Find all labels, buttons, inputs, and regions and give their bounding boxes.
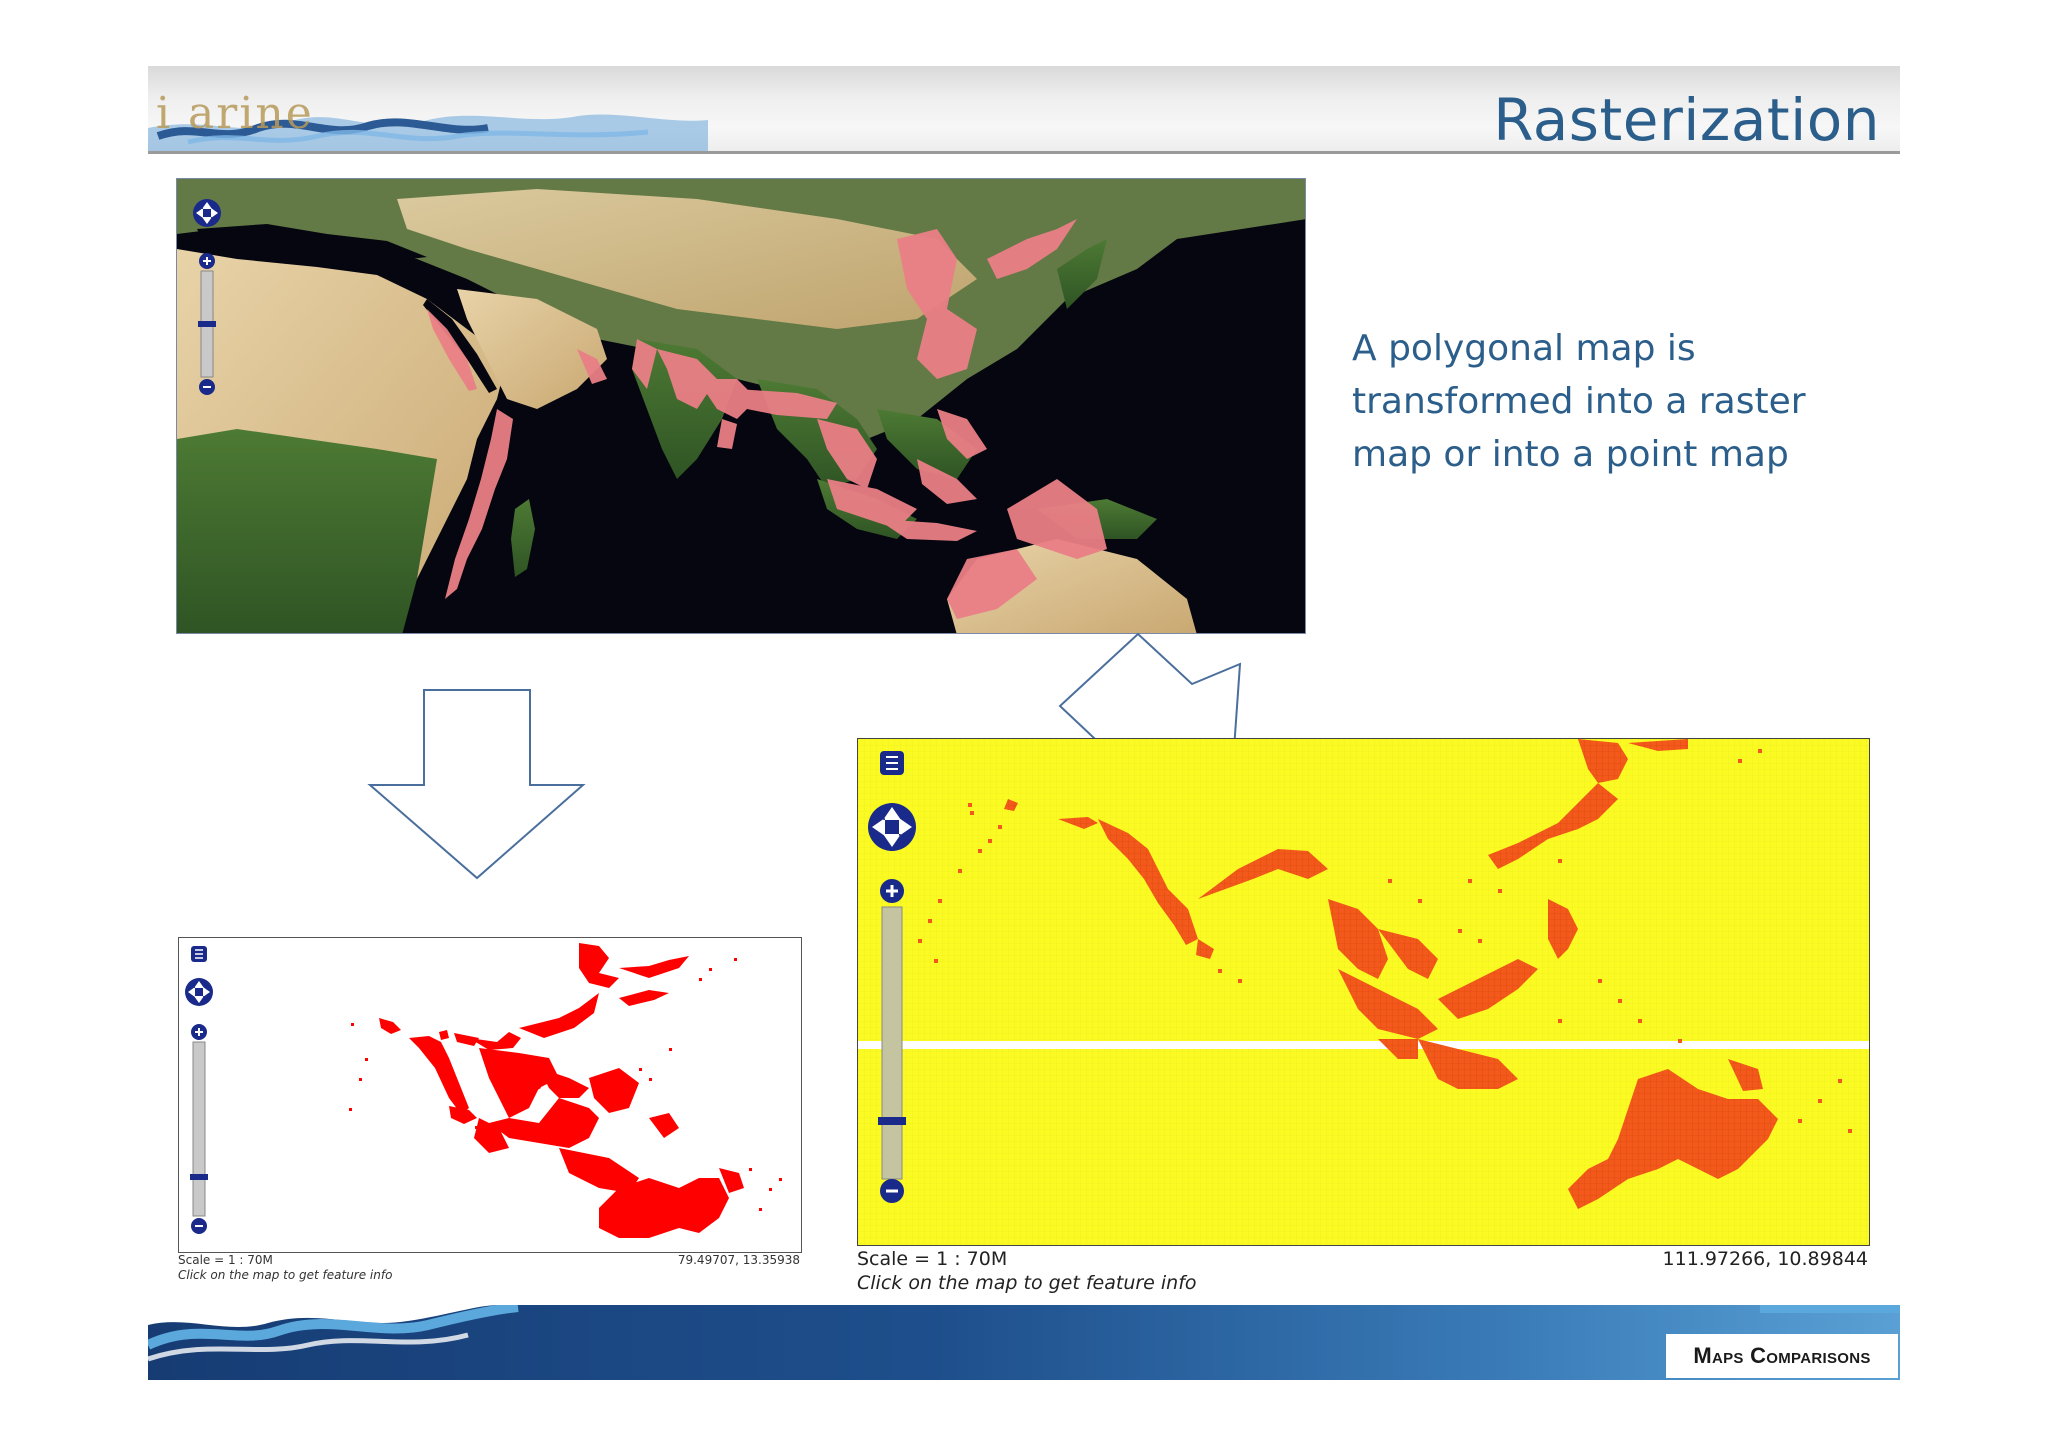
- small-layer-switcher-icon[interactable]: [191, 946, 207, 962]
- arrow-down-icon: [367, 689, 586, 880]
- raster-map-hint: Click on the map to get feature info: [178, 1268, 393, 1282]
- point-map-scale: Scale = 1 : 70M: [857, 1248, 1008, 1270]
- raster-map-coords: 79.49707, 13.35938: [677, 1253, 800, 1267]
- big-zoom-slider[interactable]: [878, 879, 906, 1203]
- big-layer-switcher-icon[interactable]: [880, 751, 904, 775]
- footer-rule: [1760, 1305, 1900, 1313]
- slide-description: A polygonal map is transformed into a ra…: [1352, 328, 1806, 475]
- slide-title: Rasterization: [1493, 86, 1880, 154]
- point-map-canvas: [858, 739, 1869, 1245]
- small-zoom-slider[interactable]: [190, 1024, 208, 1234]
- raster-map-scale: Scale = 1 : 70M: [178, 1253, 273, 1267]
- zoom-slider[interactable]: [198, 253, 216, 395]
- point-map-coords: 111.97266, 10.89844: [1662, 1248, 1868, 1270]
- polygon-map[interactable]: [176, 178, 1306, 634]
- big-pan-control[interactable]: [868, 803, 916, 851]
- point-map-footer: Scale = 1 : 70M Click on the map to get …: [857, 1246, 1870, 1296]
- footer-wave: [148, 1305, 519, 1362]
- slide-header: i arine Rasterization: [148, 66, 1900, 154]
- polygon-map-canvas: [177, 179, 1305, 633]
- header-rule: [148, 151, 1900, 154]
- raster-map-footer: Scale = 1 : 70M Click on the map to get …: [178, 1253, 802, 1283]
- small-pan-control[interactable]: [185, 978, 213, 1006]
- raster-map[interactable]: [178, 937, 802, 1253]
- point-map[interactable]: [857, 738, 1870, 1246]
- raster-map-canvas: [185, 943, 782, 1238]
- footer-section-label: Maps Comparisons: [1666, 1334, 1898, 1378]
- pan-control[interactable]: [193, 199, 221, 227]
- slide-footer: Maps Comparisons: [148, 1305, 1900, 1380]
- point-map-hint: Click on the map to get feature info: [857, 1272, 1197, 1294]
- equator-line: [858, 1041, 1869, 1049]
- raster-cells: [379, 943, 744, 1238]
- logo-text: i arine: [156, 88, 314, 139]
- slide: i arine Rasterization A polygonal map is…: [0, 0, 2048, 1447]
